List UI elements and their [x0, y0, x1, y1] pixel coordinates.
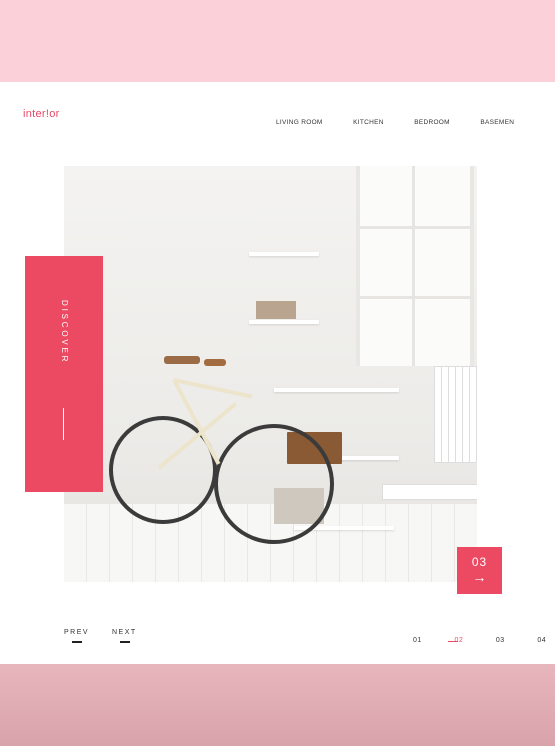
- underline: [120, 641, 130, 643]
- window: [356, 166, 474, 366]
- page-numbers: 01 02 03 04: [413, 629, 555, 647]
- arrow-right-icon: →: [472, 569, 487, 585]
- bicycle-handlebar: [204, 359, 226, 366]
- prev-label: PREV: [64, 629, 90, 636]
- prev-button[interactable]: PREV: [64, 629, 90, 643]
- logo[interactable]: inter!or: [23, 108, 60, 120]
- page-number[interactable]: 04: [537, 637, 555, 644]
- bicycle-saddle: [164, 356, 200, 364]
- books: [256, 301, 296, 319]
- bicycle-wheel: [214, 424, 334, 544]
- slide-number: 03: [471, 555, 488, 569]
- nav-item-living-room[interactable]: LIVING ROOM: [276, 119, 323, 126]
- page-number[interactable]: 01: [413, 637, 450, 644]
- next-label: NEXT: [112, 629, 137, 636]
- chair-seat: [382, 484, 477, 500]
- discover-panel[interactable]: DISCOVER: [25, 256, 103, 492]
- shelf: [249, 320, 319, 324]
- next-slide-button[interactable]: 03 →: [457, 547, 502, 594]
- shelf: [274, 388, 399, 392]
- next-button[interactable]: NEXT: [112, 629, 137, 643]
- page-number-active[interactable]: 02: [454, 637, 491, 644]
- page-number[interactable]: 03: [496, 637, 533, 644]
- nav-item-kitchen[interactable]: KITCHEN: [353, 119, 384, 126]
- hero-photo: [64, 166, 477, 582]
- chair-back: [434, 366, 477, 463]
- top-nav: LIVING ROOM KITCHEN BEDROOM BASEMEN: [276, 111, 540, 129]
- nav-item-basement[interactable]: BASEMEN: [480, 119, 514, 126]
- shelf: [249, 252, 319, 256]
- underline: [72, 641, 82, 643]
- nav-item-bedroom[interactable]: BEDROOM: [414, 119, 450, 126]
- bicycle-frame: [173, 378, 253, 399]
- discover-label: DISCOVER: [60, 300, 69, 365]
- divider: [63, 408, 64, 440]
